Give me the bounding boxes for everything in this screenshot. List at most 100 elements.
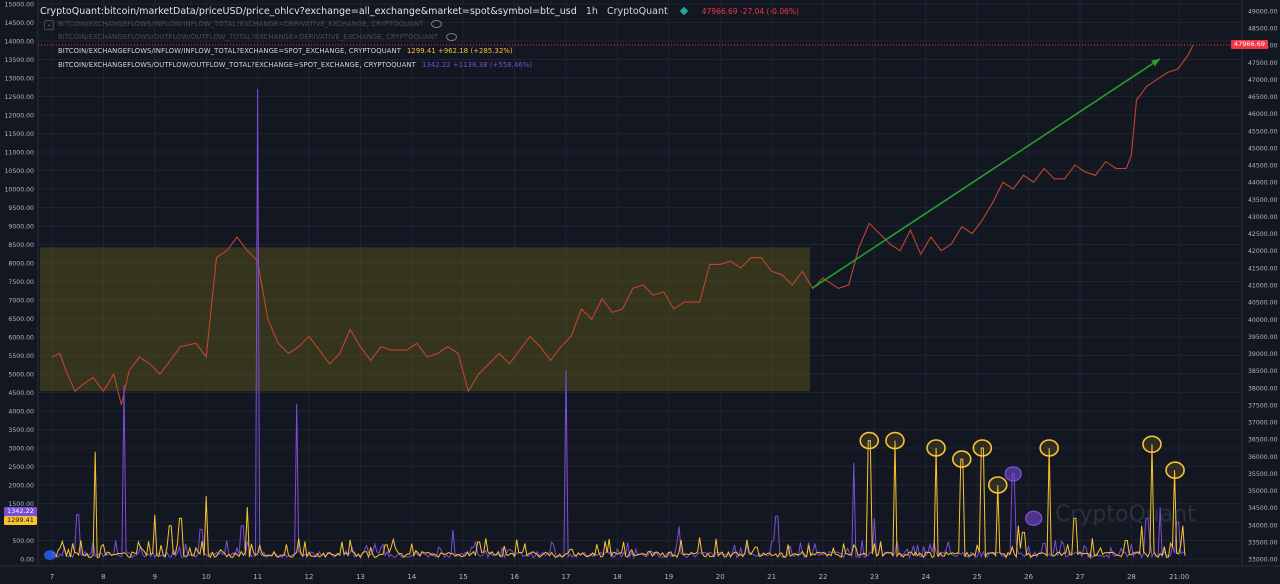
eye-hidden-icon[interactable] bbox=[446, 33, 458, 41]
right-axis-tick-label: 33500.00 bbox=[1248, 540, 1278, 547]
highlight-circle-outflow bbox=[1004, 466, 1022, 482]
right-axis-tick-label: 45000.00 bbox=[1248, 145, 1278, 152]
x-axis-tick-label: 12 bbox=[305, 573, 314, 581]
right-axis-tick-label: 41000.00 bbox=[1248, 283, 1278, 290]
bottom-axis-panel bbox=[0, 566, 1280, 584]
right-axis-tick-label: 35500.00 bbox=[1248, 471, 1278, 478]
outflow-value-tag: 1342.22 bbox=[4, 507, 37, 516]
chart-header: CryptoQuant:bitcoin/marketData/priceUSD/… bbox=[40, 6, 799, 17]
left-axis-tick-label: 13000.00 bbox=[4, 76, 34, 83]
highlight-circle-inflow bbox=[987, 476, 1008, 494]
left-axis-tick-label: 4000.00 bbox=[8, 409, 34, 416]
right-axis-tick-label: 40500.00 bbox=[1248, 300, 1278, 307]
legend-label: BITCOIN/EXCHANGEFLOWS/INFLOW/INFLOW_TOTA… bbox=[58, 47, 401, 55]
left-axis-tick-label: 14000.00 bbox=[4, 39, 34, 46]
x-axis-tick-label: 7 bbox=[50, 573, 54, 581]
x-axis-tick-label: 14 bbox=[407, 573, 416, 581]
right-axis-tick-label: 44000.00 bbox=[1248, 180, 1278, 187]
right-axis-tick-label: 43500.00 bbox=[1248, 197, 1278, 204]
right-axis-tick-label: 46500.00 bbox=[1248, 94, 1278, 101]
right-axis-tick-label: 44500.00 bbox=[1248, 163, 1278, 170]
left-axis-tick-label: 15000.00 bbox=[4, 2, 34, 9]
x-axis-tick-label: 11 bbox=[253, 573, 262, 581]
left-axis-tick-label: 4500.00 bbox=[8, 390, 34, 397]
right-axis-tick-label: 47500.00 bbox=[1248, 60, 1278, 67]
right-axis-tick-label: 42500.00 bbox=[1248, 231, 1278, 238]
left-axis-tick-label: 6500.00 bbox=[8, 316, 34, 323]
status-diamond-icon bbox=[679, 6, 689, 16]
left-axis-tick-label: 14500.00 bbox=[4, 20, 34, 27]
inflow-value-tag: 1299.41 bbox=[4, 516, 37, 525]
x-axis-tick-label: 21 bbox=[767, 573, 776, 581]
right-axis-tick-label: 37500.00 bbox=[1248, 402, 1278, 409]
x-axis-tick-label: 22 bbox=[819, 573, 828, 581]
x-axis-tick-label: 21:00 bbox=[1169, 573, 1189, 581]
highlight-circle-inflow bbox=[1039, 439, 1059, 457]
highlight-circle-inflow bbox=[885, 431, 905, 450]
x-axis-tick-label: 9 bbox=[153, 573, 157, 581]
x-axis-tick-label: 27 bbox=[1076, 573, 1085, 581]
highlight-circle-inflow bbox=[1165, 461, 1185, 480]
right-axis-tick-label: 41500.00 bbox=[1248, 265, 1278, 272]
chart-canvas[interactable]: 0.00500.001000.001500.002000.002500.0030… bbox=[0, 0, 1280, 584]
left-axis-tick-label: 6000.00 bbox=[8, 335, 34, 342]
legend-value: 1342.22 +1138.38 (+558.46%) bbox=[421, 61, 533, 69]
right-axis-tick-label: 36000.00 bbox=[1248, 454, 1278, 461]
collapse-legend-icon[interactable]: ⌄ bbox=[44, 20, 54, 30]
x-axis-tick-label: 13 bbox=[356, 573, 365, 581]
interval-label[interactable]: 1h bbox=[586, 6, 598, 17]
left-axis-panel bbox=[0, 0, 38, 584]
right-axis-tick-label: 39500.00 bbox=[1248, 334, 1278, 341]
right-axis-tick-label: 35000.00 bbox=[1248, 488, 1278, 495]
highlight-circle-outflow bbox=[1025, 510, 1043, 526]
right-axis-panel bbox=[1242, 0, 1280, 584]
right-axis-tick-label: 40000.00 bbox=[1248, 317, 1278, 324]
left-axis-tick-label: 10000.00 bbox=[4, 187, 34, 194]
left-axis-tick-label: 10500.00 bbox=[4, 168, 34, 175]
legend-row-outflow-derivative[interactable]: BITCOIN/EXCHANGEFLOWS/OUTFLOW/OUTFLOW_TO… bbox=[58, 33, 458, 41]
left-axis-tick-label: 13500.00 bbox=[4, 57, 34, 64]
left-axis-tick-label: 3500.00 bbox=[8, 427, 34, 434]
left-axis-tick-label: 12000.00 bbox=[4, 113, 34, 120]
legend-value: 1299.41 +962.18 (+285.32%) bbox=[406, 47, 513, 55]
highlight-circle-inflow bbox=[926, 439, 946, 457]
symbol-title: CryptoQuant:bitcoin/marketData/priceUSD/… bbox=[40, 6, 577, 17]
current-price-tag: 47966.69 bbox=[1230, 40, 1268, 49]
watermark: CryptoQuant bbox=[1055, 502, 1196, 527]
right-axis-tick-label: 48500.00 bbox=[1248, 25, 1278, 32]
right-axis-tick-label: 43000.00 bbox=[1248, 214, 1278, 221]
left-axis-tick-label: 9000.00 bbox=[8, 224, 34, 231]
left-axis-tick-label: 3000.00 bbox=[8, 446, 34, 453]
x-axis-tick-label: 8 bbox=[101, 573, 105, 581]
highlight-circle-inflow bbox=[951, 450, 972, 468]
right-axis-tick-label: 38000.00 bbox=[1248, 385, 1278, 392]
right-axis-tick-label: 34000.00 bbox=[1248, 522, 1278, 529]
left-axis-tick-label: 0.00 bbox=[20, 557, 34, 564]
right-axis-tick-label: 37000.00 bbox=[1248, 420, 1278, 427]
highlight-circle-inflow bbox=[972, 439, 993, 457]
x-axis-tick-label: 16 bbox=[510, 573, 519, 581]
legend-row-outflow-spot[interactable]: BITCOIN/EXCHANGEFLOWS/OUTFLOW/OUTFLOW_TO… bbox=[58, 61, 532, 69]
eye-hidden-icon[interactable] bbox=[431, 20, 443, 28]
left-axis-tick-label: 5000.00 bbox=[8, 372, 34, 379]
left-axis-tick-label: 5500.00 bbox=[8, 353, 34, 360]
x-axis-tick-label: 25 bbox=[973, 573, 982, 581]
x-axis-tick-label: 26 bbox=[1024, 573, 1033, 581]
right-axis-tick-label: 34500.00 bbox=[1248, 505, 1278, 512]
source-label: CryptoQuant bbox=[606, 6, 668, 17]
legend-row-inflow-spot[interactable]: BITCOIN/EXCHANGEFLOWS/INFLOW/INFLOW_TOTA… bbox=[58, 47, 513, 55]
left-axis-tick-label: 9500.00 bbox=[8, 205, 34, 212]
left-axis-tick-label: 2500.00 bbox=[8, 464, 34, 471]
x-axis-tick-label: 23 bbox=[870, 573, 879, 581]
highlight-circle-inflow bbox=[1142, 435, 1162, 454]
highlight-circle-inflow bbox=[859, 431, 880, 450]
legend-row-inflow-derivative[interactable]: BITCOIN/EXCHANGEFLOWS/INFLOW/INFLOW_TOTA… bbox=[58, 20, 443, 28]
right-axis-tick-label: 38500.00 bbox=[1248, 368, 1278, 375]
right-axis-tick-label: 42000.00 bbox=[1248, 248, 1278, 255]
x-axis-tick-label: 10 bbox=[202, 573, 211, 581]
x-axis-tick-label: 24 bbox=[921, 573, 930, 581]
x-axis-tick-label: 17 bbox=[562, 573, 571, 581]
navigation-icon[interactable] bbox=[44, 550, 56, 560]
legend-label: BITCOIN/EXCHANGEFLOWS/OUTFLOW/OUTFLOW_TO… bbox=[58, 61, 416, 69]
x-axis-tick-label: 15 bbox=[459, 573, 468, 581]
